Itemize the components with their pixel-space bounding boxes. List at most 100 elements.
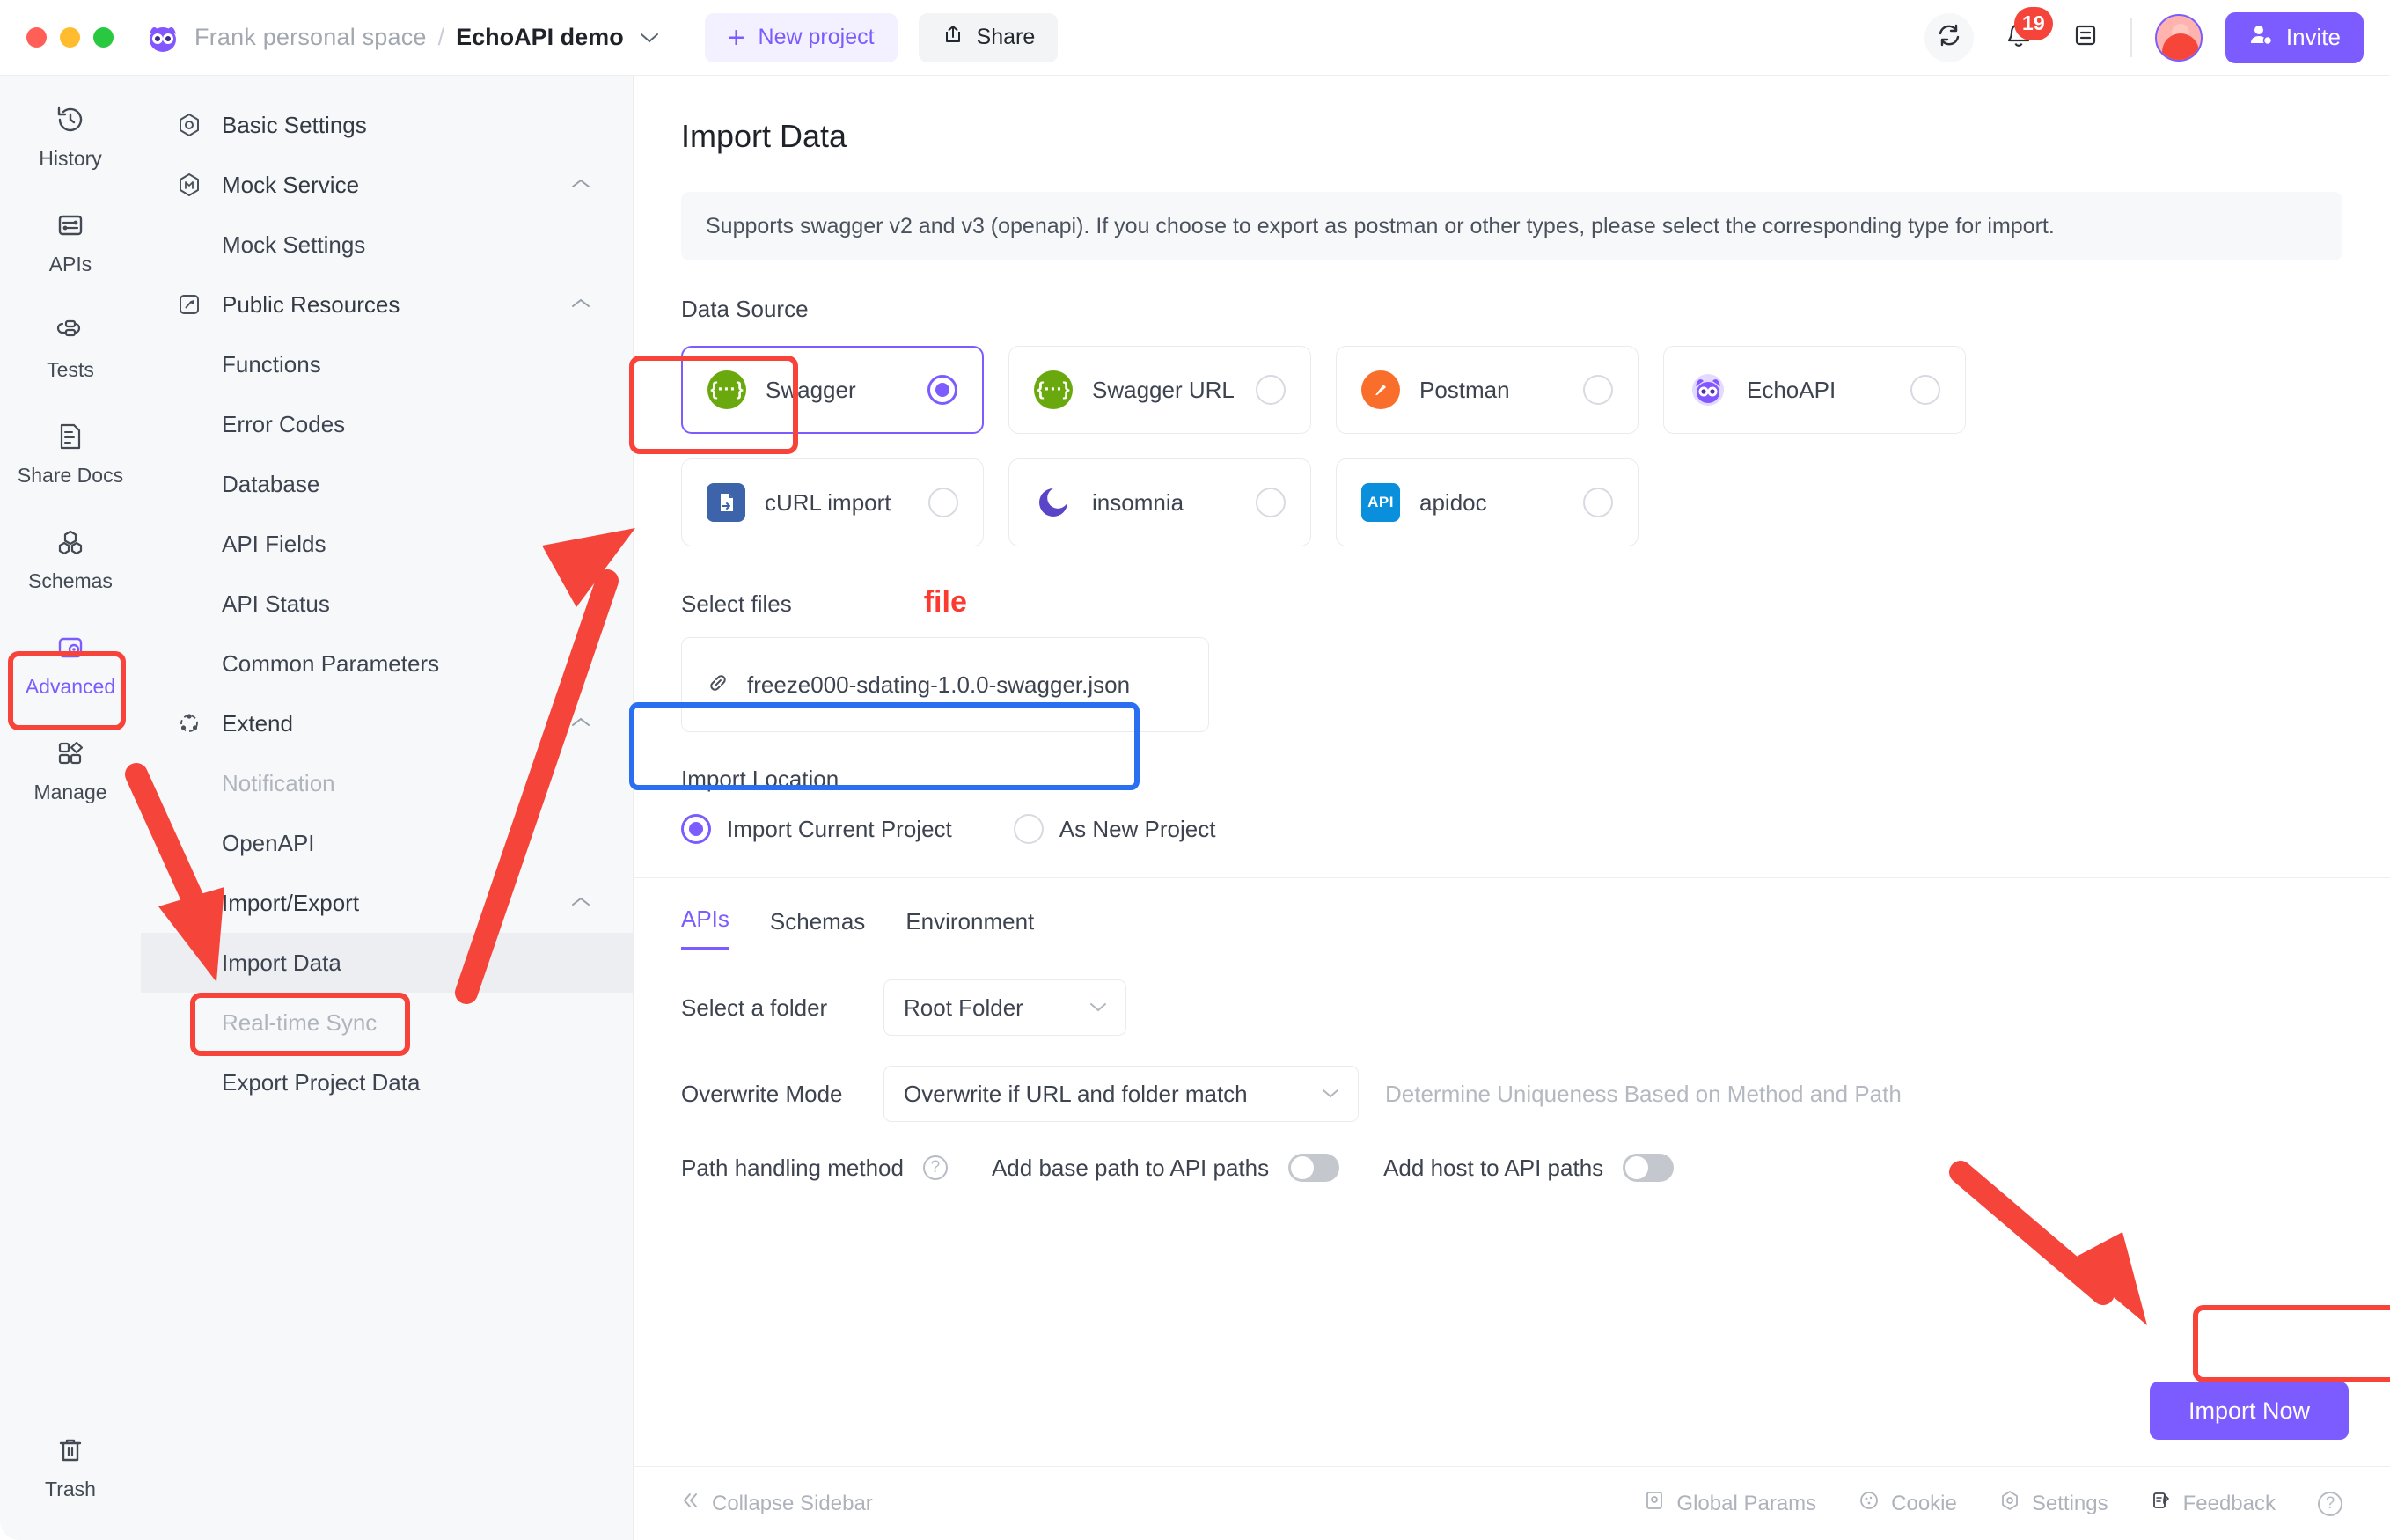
swagger-icon: {···} [1034, 370, 1073, 409]
rail-item-schemas[interactable]: Schemas [15, 516, 126, 602]
data-source-card-curl-import[interactable]: cURL import [681, 458, 984, 546]
avatar[interactable] [2155, 14, 2203, 62]
link-icon [705, 670, 731, 700]
data-source-card-swagger-url[interactable]: {···} Swagger URL [1008, 346, 1311, 434]
nav-item-real-time-sync[interactable]: Real-time Sync [141, 993, 633, 1052]
maximize-window-button[interactable] [93, 27, 114, 48]
data-source-radio-apidoc[interactable] [1583, 488, 1613, 517]
selected-file-box[interactable]: freeze000-sdating-1.0.0-swagger.json [681, 637, 1209, 732]
nav-item-extend[interactable]: Extend [141, 693, 633, 753]
data-source-card-echoapi[interactable]: EchoAPI [1663, 346, 1966, 434]
radio-import-current-project[interactable] [681, 814, 711, 844]
import-location-current-project[interactable]: Import Current Project [681, 814, 952, 844]
data-source-label-swagger-url: Swagger URL [1092, 377, 1236, 404]
chevron-up-icon[interactable] [569, 712, 592, 735]
top-bar-actions: 19 [1924, 12, 2364, 63]
select-folder-dropdown[interactable]: Root Folder [883, 979, 1126, 1036]
rail-item-apis[interactable]: APIs [15, 199, 126, 285]
collapse-sidebar-button[interactable]: Collapse Sidebar [681, 1491, 873, 1516]
import-location-new-project[interactable]: As New Project [1014, 814, 1216, 844]
extend-icon [176, 710, 206, 737]
nav-item-functions[interactable]: Functions [141, 334, 633, 394]
data-source-card-apidoc[interactable]: API apidoc [1336, 458, 1639, 546]
chevron-up-icon[interactable] [569, 173, 592, 196]
content-tabs: APIs Schemas Environment [634, 877, 2390, 950]
info-banner: Supports swagger v2 and v3 (openapi). If… [681, 192, 2342, 260]
chevron-down-icon [1321, 1084, 1340, 1104]
data-source-card-insomnia[interactable]: insomnia [1008, 458, 1311, 546]
nav-item-api-fields[interactable]: API Fields [141, 514, 633, 574]
breadcrumb-workspace[interactable]: Frank personal space [194, 24, 427, 51]
nav-item-mock-settings[interactable]: Mock Settings [141, 215, 633, 275]
help-circle-icon: ? [2318, 1492, 2342, 1516]
settings-button[interactable]: Settings [1999, 1490, 2108, 1517]
data-source-label-echoapi: EchoAPI [1747, 377, 1891, 404]
nav-item-notification[interactable]: Notification [141, 753, 633, 813]
rail-item-history[interactable]: History [15, 93, 126, 180]
share-button[interactable]: Share [919, 13, 1059, 62]
sync-button[interactable] [1924, 13, 1974, 62]
data-source-radio-postman[interactable] [1583, 375, 1613, 405]
cookie-button[interactable]: Cookie [1858, 1490, 1957, 1517]
nav-item-mock-service[interactable]: Mock Service [141, 155, 633, 215]
rail-item-advanced[interactable]: Advanced [15, 621, 126, 708]
chevron-up-icon[interactable] [569, 293, 592, 316]
annotation-file-note: file [924, 585, 967, 620]
data-source-radio-echoapi[interactable] [1910, 375, 1940, 405]
global-params-button[interactable]: Global Params [1644, 1490, 1816, 1517]
add-host-toggle[interactable] [1623, 1154, 1674, 1182]
path-handling-label: Path handling method [681, 1155, 904, 1182]
tab-apis[interactable]: APIs [681, 906, 729, 950]
schemas-icon [55, 526, 86, 562]
notifications-button[interactable]: 19 [1997, 16, 2041, 60]
rail-item-manage[interactable]: Manage [15, 727, 126, 813]
nav-item-export-project-data[interactable]: Export Project Data [141, 1052, 633, 1112]
main-content: Import Data Supports swagger v2 and v3 (… [634, 76, 2390, 1540]
data-source-radio-insomnia[interactable] [1256, 488, 1286, 517]
data-source-radio-swagger[interactable] [927, 375, 957, 405]
rail-item-trash[interactable]: Trash [15, 1424, 126, 1510]
radio-as-new-project[interactable] [1014, 814, 1044, 844]
apis-icon [55, 209, 86, 246]
add-base-path-toggle[interactable] [1288, 1154, 1339, 1182]
data-source-card-postman[interactable]: Postman [1336, 346, 1639, 434]
chevron-down-icon [1089, 998, 1108, 1018]
nav-item-database[interactable]: Database [141, 454, 633, 514]
new-project-button[interactable]: + New project [705, 13, 898, 62]
nav-item-basic-settings[interactable]: Basic Settings [141, 95, 633, 155]
import-now-button[interactable]: Import Now [2150, 1382, 2349, 1440]
nav-item-error-codes[interactable]: Error Codes [141, 394, 633, 454]
data-source-radio-curl-import[interactable] [928, 488, 958, 517]
add-host-label: Add host to API paths [1383, 1155, 1603, 1182]
tab-schemas[interactable]: Schemas [770, 908, 865, 950]
nav-item-import-data[interactable]: Import Data [141, 933, 633, 993]
minimize-window-button[interactable] [60, 27, 80, 48]
echoapi-logo-icon [145, 20, 180, 55]
rail-item-tests[interactable]: Tests [15, 304, 126, 391]
select-files-row: Select files file [681, 585, 2390, 620]
invite-button[interactable]: Invite [2225, 12, 2364, 63]
help-icon[interactable]: ? [923, 1155, 948, 1180]
overwrite-mode-dropdown[interactable]: Overwrite if URL and folder match [883, 1066, 1359, 1122]
tab-environment[interactable]: Environment [905, 908, 1034, 950]
help-button[interactable]: ? [2318, 1492, 2342, 1516]
data-source-radio-swagger-url[interactable] [1256, 375, 1286, 405]
nav-item-label: Mock Settings [222, 231, 365, 259]
nav-item-common-parameters[interactable]: Common Parameters [141, 634, 633, 693]
chevron-up-icon[interactable] [569, 891, 592, 914]
close-window-button[interactable] [26, 27, 47, 48]
feedback-button[interactable]: Feedback [2151, 1490, 2276, 1517]
breadcrumb-project[interactable]: EchoAPI demo [456, 24, 624, 51]
chevron-double-left-icon [681, 1491, 700, 1516]
nav-item-import-export[interactable]: Import/Export [141, 873, 633, 933]
share-label: Share [977, 25, 1036, 50]
invite-icon [2248, 22, 2273, 53]
chevron-down-icon[interactable] [640, 28, 659, 48]
rail-item-share-docs[interactable]: Share Docs [15, 410, 126, 496]
global-params-icon [1644, 1490, 1665, 1517]
nav-item-public-resources[interactable]: Public Resources [141, 275, 633, 334]
nav-item-openapi[interactable]: OpenAPI [141, 813, 633, 873]
nav-item-api-status[interactable]: API Status [141, 574, 633, 634]
notes-button[interactable] [2064, 16, 2108, 60]
data-source-card-swagger[interactable]: {···} Swagger [681, 346, 984, 434]
